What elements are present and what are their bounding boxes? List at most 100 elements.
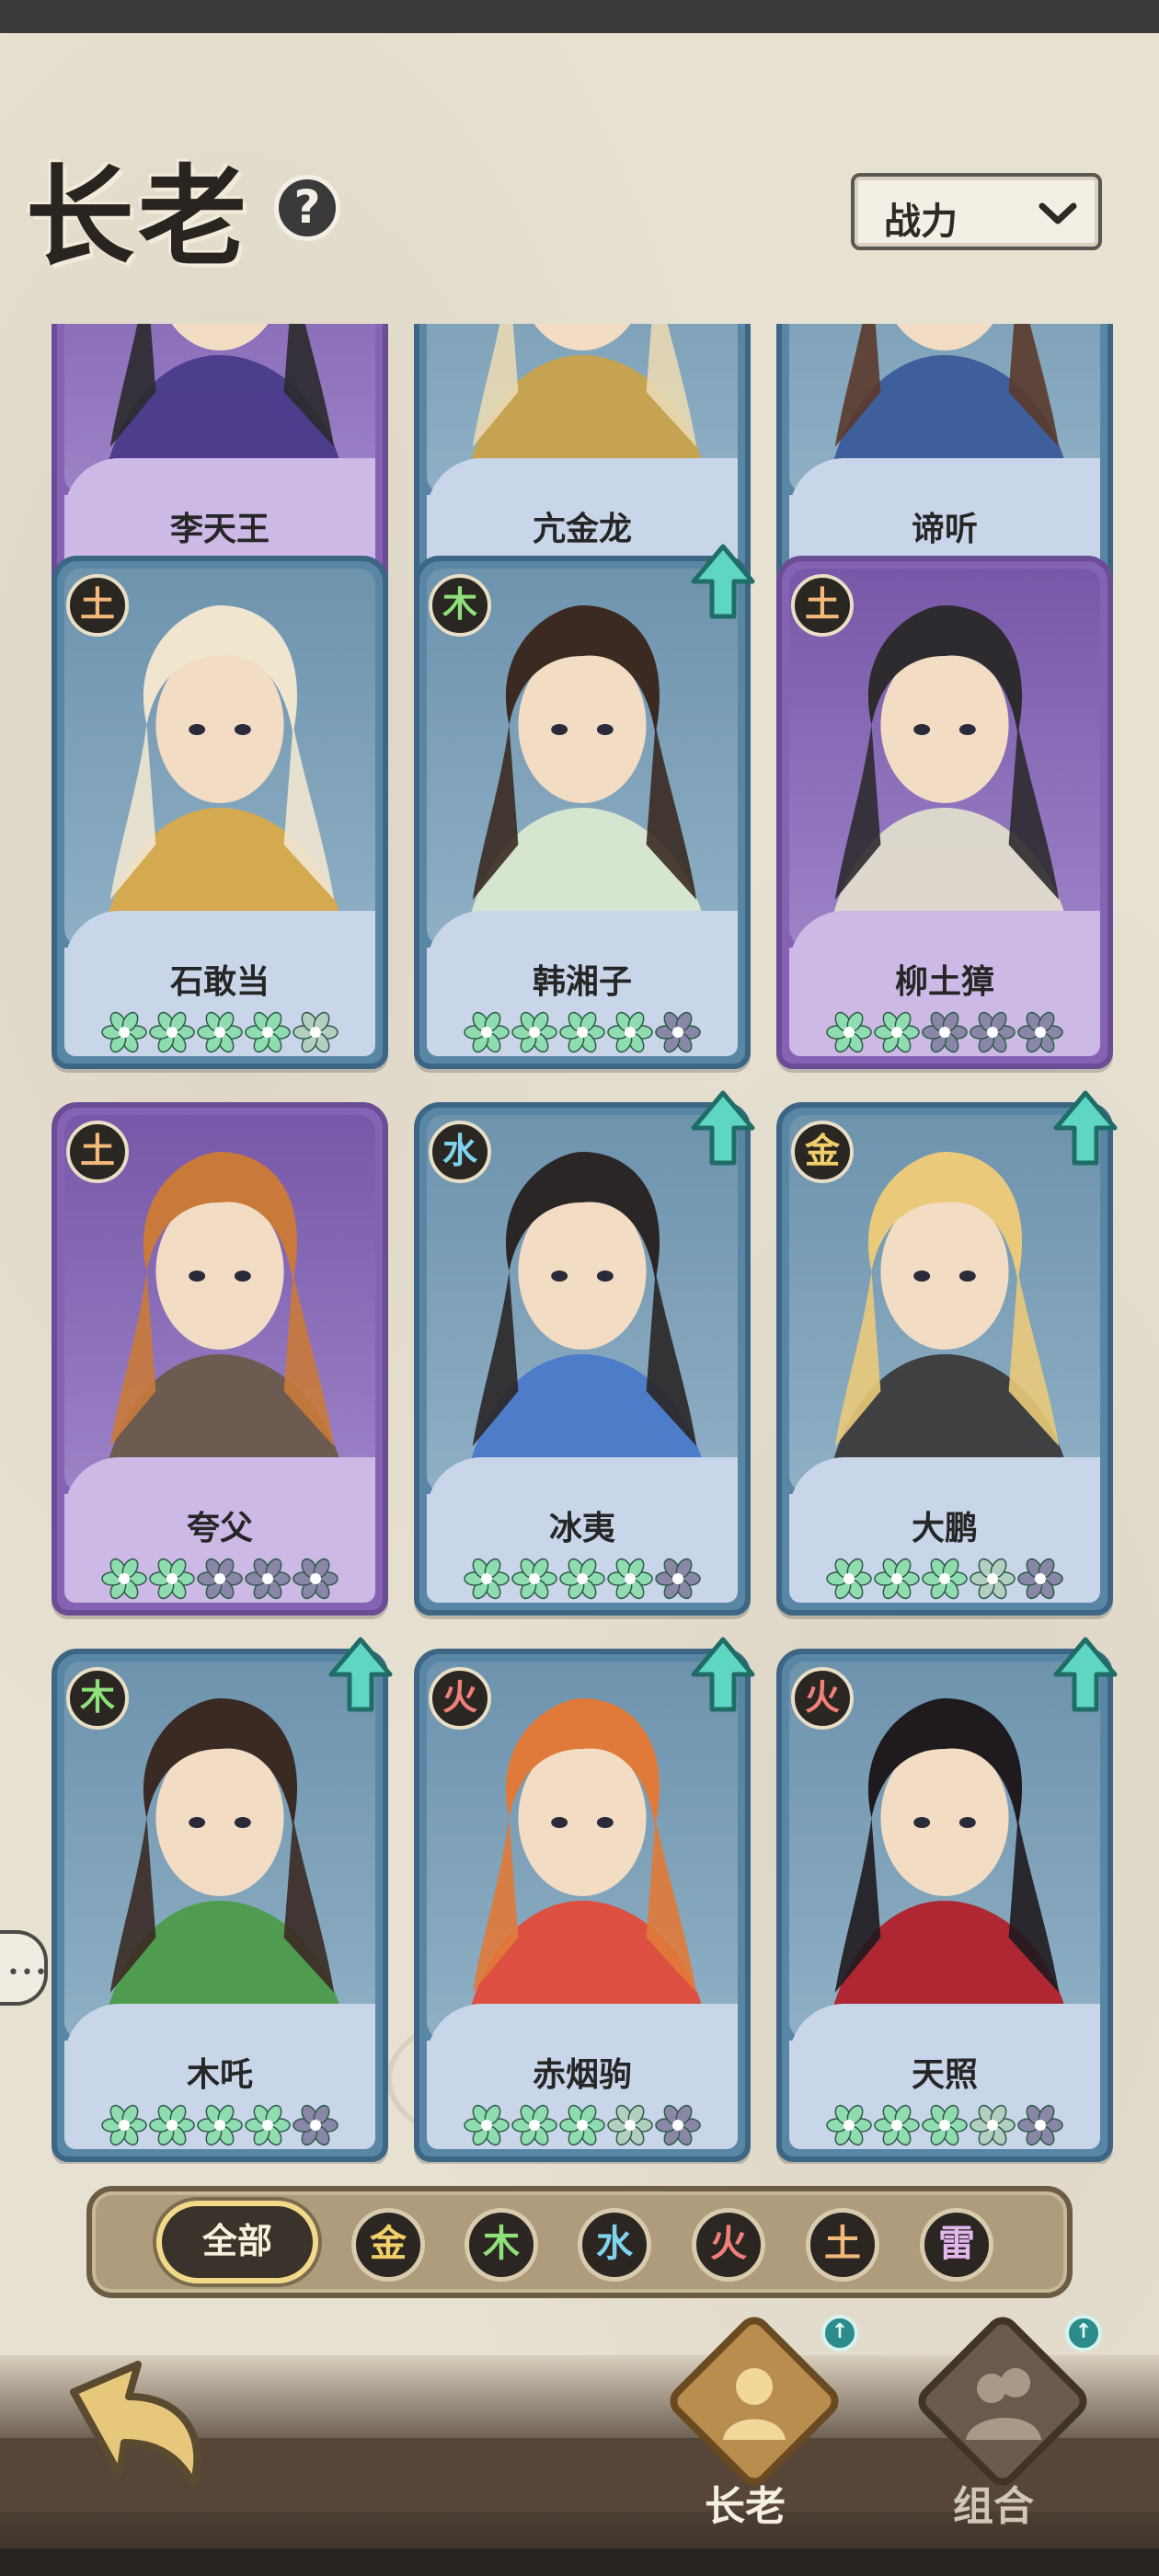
star-filled-icon <box>559 1011 605 1053</box>
sort-dropdown[interactable]: 战力 <box>851 173 1102 250</box>
elder-card[interactable]: 韩湘子 木 <box>414 556 751 1069</box>
star-filled-icon <box>197 1011 243 1053</box>
elder-card[interactable]: 天照 火 <box>776 1649 1113 2162</box>
star-filled-icon <box>197 2104 243 2146</box>
star-empty-icon <box>1017 1558 1063 1600</box>
tab-team-label: 组合 <box>953 2483 1034 2530</box>
elder-card[interactable]: 大鹏 金 <box>776 1102 1113 1616</box>
page-title: 长老 <box>26 153 251 281</box>
upgrade-arrow-icon <box>691 544 755 619</box>
filter-water-button[interactable]: 水 <box>578 2208 651 2282</box>
star-filled-icon <box>559 2104 605 2146</box>
elder-card[interactable]: 柳土獐 土 <box>776 556 1113 1069</box>
star-empty-icon <box>655 1558 701 1600</box>
star-empty-icon <box>607 2104 653 2146</box>
tab-elders[interactable]: 长老 <box>653 2310 845 2530</box>
star-filled-icon <box>464 1558 510 1600</box>
chevron-down-icon <box>1039 202 1077 224</box>
star-filled-icon <box>464 2104 510 2146</box>
element-badge: 土 <box>66 1121 129 1183</box>
elder-name: 木吒 <box>186 2056 253 2094</box>
element-badge: 木 <box>66 1667 129 1730</box>
filter-metal-button[interactable]: 金 <box>351 2208 425 2282</box>
element-badge: 土 <box>66 574 129 637</box>
card-footer: 韩湘子 <box>427 948 738 1056</box>
filter-thunder-button[interactable]: 雷 <box>920 2208 993 2282</box>
star-filled-icon <box>607 1011 653 1053</box>
upgrade-arrow-icon <box>691 1637 755 1712</box>
elder-card[interactable]: 夸父 土 <box>52 1102 388 1616</box>
card-footer: 柳土獐 <box>789 948 1100 1056</box>
star-empty-icon <box>197 1558 243 1600</box>
tab-team[interactable]: 组合 <box>901 2310 1094 2530</box>
star-rating <box>64 1008 375 1058</box>
element-badge: 木 <box>429 574 491 637</box>
star-filled-icon <box>511 1011 557 1053</box>
team-portrait-icon <box>966 2368 1041 2440</box>
upgrade-arrow-icon <box>1053 1090 1118 1166</box>
star-filled-icon <box>922 2104 968 2146</box>
filter-fire-button[interactable]: 火 <box>692 2208 765 2282</box>
star-filled-icon <box>511 1558 557 1600</box>
star-filled-icon <box>874 1558 920 1600</box>
filter-earth-button[interactable]: 土 <box>806 2208 879 2282</box>
star-filled-icon <box>149 1558 195 1600</box>
star-empty-icon <box>245 1558 291 1600</box>
card-footer: 天照 <box>789 2041 1100 2149</box>
upgrade-up-icon: ↑ <box>821 2315 858 2352</box>
card-footer: 石敢当 <box>64 948 375 1056</box>
star-empty-icon <box>1017 1011 1063 1053</box>
elder-card[interactable]: 木吒 木 <box>52 1649 388 2162</box>
star-empty-icon <box>1017 2104 1063 2146</box>
chat-dots: ••• <box>7 1961 49 1984</box>
star-rating <box>64 1555 375 1604</box>
star-filled-icon <box>101 1558 147 1600</box>
elder-name: 李天王 <box>169 511 270 548</box>
star-rating <box>64 2101 375 2151</box>
element-badge: 水 <box>429 1121 491 1183</box>
upgrade-arrow-icon <box>1053 1637 1118 1712</box>
star-empty-icon <box>970 1558 1016 1600</box>
star-filled-icon <box>826 1558 872 1600</box>
element-badge: 火 <box>791 1667 854 1730</box>
star-rating <box>427 1008 738 1058</box>
star-filled-icon <box>559 1558 605 1600</box>
elder-card[interactable]: 赤烟驹 火 <box>414 1649 751 2162</box>
star-rating <box>789 1008 1100 1058</box>
elder-name: 谛听 <box>911 511 978 548</box>
upgrade-up-icon: ↑ <box>1065 2315 1102 2352</box>
upgrade-arrow-icon <box>328 1637 393 1712</box>
star-empty-icon <box>970 1011 1016 1053</box>
card-footer: 冰夷 <box>427 1494 738 1603</box>
card-footer: 赤烟驹 <box>427 2041 738 2149</box>
star-filled-icon <box>149 1011 195 1053</box>
star-empty-icon <box>293 1558 339 1600</box>
card-footer: 大鹏 <box>789 1494 1100 1603</box>
star-rating <box>789 2101 1100 2151</box>
star-empty-icon <box>293 2104 339 2146</box>
star-filled-icon <box>826 1011 872 1053</box>
star-filled-icon <box>826 2104 872 2146</box>
filter-all-button[interactable]: 全部 <box>156 2201 318 2283</box>
elder-name: 夸父 <box>186 1510 253 1547</box>
tab-elders-label: 长老 <box>705 2483 786 2530</box>
star-empty-icon <box>922 1011 968 1053</box>
elder-card[interactable]: 冰夷 水 <box>414 1102 751 1616</box>
question-mark-icon[interactable]: ? <box>274 175 340 241</box>
elder-name: 柳土獐 <box>894 963 994 1001</box>
elder-name: 冰夷 <box>548 1510 615 1547</box>
star-empty-icon <box>655 1011 701 1053</box>
card-footer: 木吒 <box>64 2041 375 2149</box>
star-empty-icon <box>655 2104 701 2146</box>
star-rating <box>789 1555 1100 1604</box>
star-filled-icon <box>101 2104 147 2146</box>
star-filled-icon <box>511 2104 557 2146</box>
element-badge: 土 <box>791 574 854 637</box>
elder-card[interactable]: 石敢当 土 <box>52 556 388 1069</box>
star-filled-icon <box>607 1558 653 1600</box>
back-arrow-icon[interactable] <box>55 2355 212 2493</box>
star-filled-icon <box>245 2104 291 2146</box>
bottom-strip <box>0 2548 1159 2576</box>
filter-wood-button[interactable]: 木 <box>465 2208 538 2282</box>
elder-name: 大鹏 <box>911 1510 978 1547</box>
